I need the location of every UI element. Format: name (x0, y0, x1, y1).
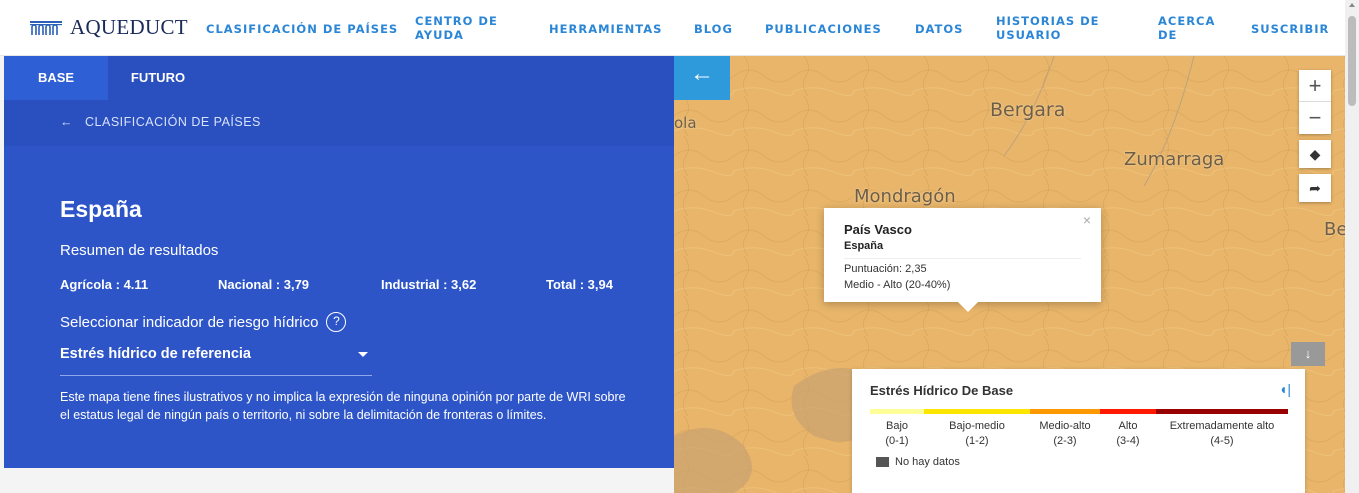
top-header: AQUEDUCT CLASIFICACIÓN DE PAÍSES CENTRO … (0, 0, 1345, 56)
nav-tools[interactable]: HERRAMIENTAS (549, 22, 662, 36)
share-icon: ➦ (1309, 180, 1321, 196)
legend-label: Medio-alto (2-3) (1030, 419, 1100, 449)
legend-cat-name: Alto (1118, 420, 1138, 432)
nav-label: CENTRO DE (415, 14, 498, 28)
legend-cat-name: Extremadamente alto (1169, 420, 1275, 432)
nav-user-stories[interactable]: HISTORIAS DE USUARIO (996, 14, 1100, 42)
popup-country: España (844, 240, 1081, 259)
map-legend: Estrés Hídrico De Base ◖| Bajo (0-1) Bajo… (852, 369, 1305, 493)
nav-label: PUBLICACIONES (765, 22, 882, 36)
town-be: Be (1324, 219, 1345, 240)
no-data-label: No hay datos (895, 456, 960, 468)
town-bergara: Bergara (990, 99, 1066, 121)
selected-indicator: Estrés hídrico de referencia (60, 346, 251, 362)
legend-bar-high (1100, 409, 1156, 414)
legend-cat-name: Medio-alto (1039, 420, 1091, 432)
layers-icon: ◆ (1309, 146, 1321, 162)
nav-label: ACERCA (1158, 14, 1216, 28)
zoom-control: + − (1299, 70, 1331, 134)
legend-bar-low-medium (924, 409, 1030, 414)
legend-label: Alto (3-4) (1100, 419, 1156, 449)
legend-info-icon[interactable]: ◖| (1279, 381, 1291, 397)
town-zumarraga: Zumarraga (1124, 149, 1225, 170)
legend-toggle-button[interactable]: ↓ (1291, 342, 1325, 366)
popup-category: Medio - Alto (20-40%) (844, 279, 951, 291)
indicator-select[interactable]: Estrés hídrico de referencia (60, 346, 372, 376)
back-row: ← CLASIFICACIÓN DE PAÍSES (4, 100, 674, 146)
tab-future[interactable]: FUTURO (108, 56, 208, 100)
legend-cat-range: (1-2) (965, 435, 989, 447)
summary-title: Resumen de resultados (60, 242, 219, 259)
legend-bar-extremely-high (1156, 409, 1288, 414)
nav-label: AYUDA (415, 28, 464, 42)
nav-blog[interactable]: BLOG (694, 22, 733, 36)
nav-help-center[interactable]: CENTRO DE AYUDA (415, 14, 498, 42)
nav-label: HISTORIAS DE (996, 14, 1100, 28)
zoom-in-button[interactable]: + (1299, 70, 1331, 102)
score-agricultural: Agrícola : 4.11 (60, 277, 149, 292)
legend-no-data: No hay datos (876, 456, 960, 468)
tab-base[interactable]: BASE (4, 56, 108, 100)
legend-bar-medium-high (1030, 409, 1100, 414)
town-mondragon: Mondragón (854, 186, 956, 207)
nav-subscribe[interactable]: SUSCRIBIR (1251, 22, 1329, 36)
close-icon[interactable]: × (1083, 212, 1091, 228)
legend-label: Bajo-medio (1-2) (924, 419, 1030, 449)
popup-region: País Vasco (844, 222, 912, 237)
nav-label: DATOS (915, 22, 964, 36)
score-national: Nacional : 3,79 (218, 277, 310, 292)
nav-country-ranking[interactable]: CLASIFICACIÓN DE PAÍSES (206, 22, 398, 36)
help-icon[interactable]: ? (326, 312, 347, 332)
nav-about[interactable]: ACERCA DE (1158, 14, 1215, 42)
sidebar-panel: BASE FUTURO ← CLASIFICACIÓN DE PAÍSES Esp… (4, 56, 674, 468)
country-title: España (60, 196, 142, 222)
map-view[interactable]: Bergara Zumarraga Mondragón ola Be ← + −… (674, 56, 1345, 493)
legend-cat-range: (0-1) (885, 435, 909, 447)
main-nav: CLASIFICACIÓN DE PAÍSES CENTRO DE AYUDA H… (0, 0, 1345, 56)
no-data-swatch (876, 457, 889, 467)
legend-cat-range: (3-4) (1116, 435, 1140, 447)
nav-label: CLASIFICACIÓN DE PAÍSES (206, 22, 399, 36)
share-button[interactable]: ➦ (1299, 174, 1331, 202)
nav-label: DE (1158, 28, 1178, 42)
score-total: Total : 3,94 (546, 277, 613, 292)
layers-button[interactable]: ◆ (1299, 140, 1331, 168)
page-scrollbar[interactable] (1345, 0, 1359, 493)
legend-cat-name: Bajo (885, 420, 909, 432)
scenario-tabs: BASE FUTURO (4, 56, 674, 100)
disclaimer-text: Este mapa tiene fines ilustrativos y no … (60, 390, 626, 422)
legend-title: Estrés Hídrico De Base (870, 383, 1014, 398)
legend-label: Bajo (0-1) (870, 419, 924, 449)
legend-cat-name: Bajo-medio (949, 420, 1005, 432)
back-link-label: CLASIFICACIÓN DE PAÍSES (85, 115, 261, 129)
legend-bar-low (870, 409, 924, 414)
scrollbar-thumb[interactable] (1348, 16, 1356, 106)
zoom-out-button[interactable]: − (1299, 102, 1331, 134)
nav-label: BLOG (694, 22, 733, 36)
nav-label: SUSCRIBIR (1251, 22, 1330, 36)
nav-label: HERRAMIENTAS (549, 22, 663, 36)
popup-score: Puntuación: 2,35 (844, 263, 927, 275)
score-industrial: Industrial : 3,62 (381, 277, 477, 292)
nav-label: USUARIO (996, 28, 1062, 42)
legend-cat-range: (2-3) (1053, 435, 1077, 447)
region-popup: × País Vasco España Puntuación: 2,35 Med… (824, 208, 1101, 312)
town-ola: ola (674, 114, 697, 132)
legend-cat-range: (4-5) (1210, 435, 1234, 447)
back-arrow-icon: ← (60, 115, 73, 129)
scroll-up-icon[interactable] (1349, 3, 1355, 7)
legend-label: Extremadamente alto (4-5) (1156, 419, 1288, 449)
back-to-ranking-link[interactable]: ← CLASIFICACIÓN DE PAÍSES (60, 115, 261, 129)
collapse-sidebar-button[interactable]: ← (674, 56, 730, 100)
caret-down-icon (358, 352, 368, 357)
indicator-label: Seleccionar indicador de riesgo hídrico (60, 313, 319, 331)
nav-data[interactable]: DATOS (915, 22, 963, 36)
nav-publications[interactable]: PUBLICACIONES (765, 22, 882, 36)
indicator-heading: Seleccionar indicador de riesgo hídrico … (60, 312, 347, 332)
